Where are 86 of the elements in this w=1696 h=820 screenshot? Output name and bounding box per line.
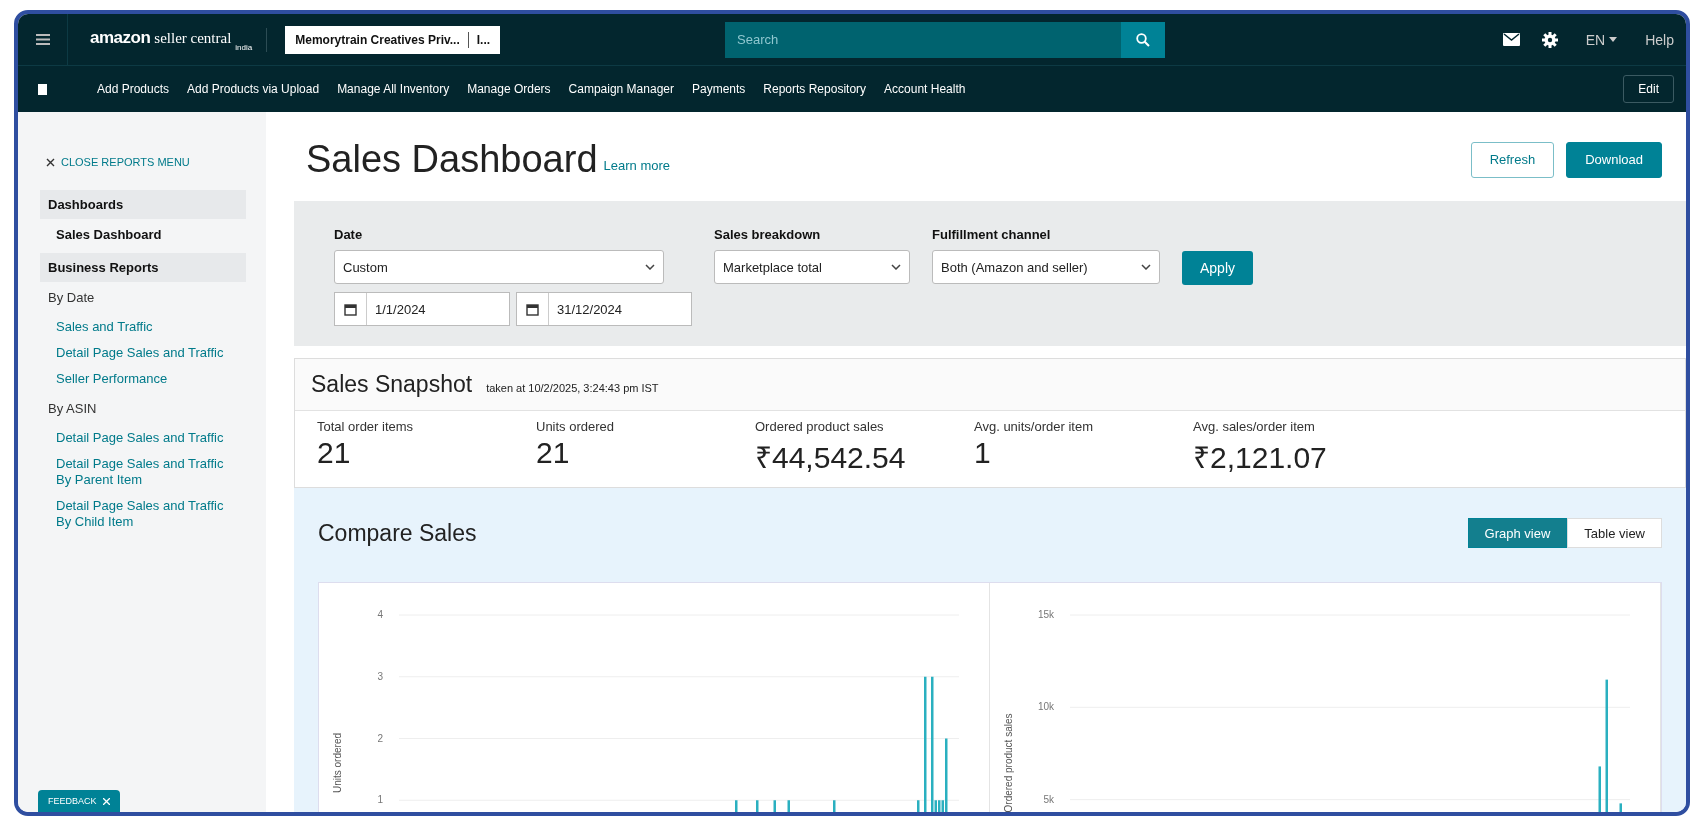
mail-icon[interactable] [1502,33,1520,46]
sidebar-section-title: Dashboards [40,190,246,219]
seller-central-logo[interactable]: amazon seller central india [68,27,268,52]
nav-link[interactable]: Payments [692,82,746,96]
nav-link[interactable]: Account Health [884,82,966,96]
metric-value: ₹2,121.07 [1193,440,1328,476]
view-toggle[interactable]: Table view [1567,518,1662,548]
sidebar-group-title: By ASIN [47,400,98,418]
close-icon [102,797,110,805]
metric-label: Total order items [317,419,415,434]
bookmark-icon[interactable] [38,83,47,95]
settings-icon[interactable] [1541,31,1558,48]
metric-label: Avg. units/order item [974,419,1094,434]
date-select[interactable]: Custom [334,250,664,284]
help-link[interactable]: Help [1645,31,1674,48]
feedback-button[interactable]: FEEDBACK [38,790,120,812]
chevron-down-icon [1141,264,1151,270]
bar [756,800,759,812]
field-label: Sales breakdown [714,227,822,242]
tick-label: 10k [1037,701,1054,713]
calendar-icon [526,302,539,316]
calendar-icon [344,302,357,316]
sidebar-link[interactable]: Detail Page Sales and Traffic [40,341,246,367]
bar [917,800,920,812]
chevron-down-icon [891,264,901,270]
language-selector[interactable]: EN [1579,30,1624,49]
tick-label: 5k [1043,793,1054,805]
snapshot-timestamp: taken at 10/2/2025, 3:24:43 pm IST [486,382,659,394]
metric-value: 21 [536,436,571,470]
tick-label: 4 [377,609,383,620]
close-reports-menu-button[interactable]: CLOSE REPORTS MENU [40,156,190,168]
bar [787,800,790,812]
sidebar-group-title: By Date [47,289,96,307]
sidebar-link[interactable]: Sales Dashboard [40,219,246,253]
fulfillment-channel-select[interactable]: Both (Amazon and seller) [932,250,1160,284]
bar [735,800,738,812]
metric-value: ₹44,542.54 [755,440,907,476]
metric-label: Ordered product sales [755,419,885,434]
apply-button[interactable]: Apply [1182,251,1254,285]
sidebar-link[interactable]: Detail Page Sales and Traffic By Parent Item [40,452,246,494]
bar [1598,766,1601,812]
sidebar-section-title: Business Reports [40,253,246,282]
view-toggle[interactable]: Graph view [1467,518,1568,548]
nav-link[interactable]: Manage All Inventory [337,82,450,96]
metric-label: Avg. sales/order item [1193,419,1316,434]
bar [773,800,776,812]
end-date-field[interactable]: 31/12/2024 [516,292,692,326]
axis-title: Ordered product sales [1003,713,1014,812]
search-button[interactable] [1121,21,1166,58]
download-button[interactable]: Download [1566,141,1662,178]
edit-button[interactable]: Edit [1623,75,1674,103]
learn-more-link[interactable]: Learn more [603,158,670,173]
sidebar-link[interactable]: Detail Page Sales and Traffic By Child Item [40,494,246,536]
metric-value: 1 [974,436,992,470]
section-title: Sales Snapshot [311,371,473,398]
caret-icon [1609,37,1618,42]
refresh-button[interactable]: Refresh [1470,141,1555,178]
sales-breakdown-select[interactable]: Marketplace total [714,250,910,284]
metric-value: 21 [317,436,352,470]
sidebar-link[interactable]: Detail Page Sales and Traffic [40,426,246,452]
nav-link[interactable]: Add Products via Upload [187,82,320,96]
sidebar-link[interactable]: Sales and Traffic [40,315,246,341]
tick-label: 1 [377,794,383,806]
tick-label: 2 [377,732,383,744]
search-field[interactable]: Search [725,21,1122,58]
field-label: Date [334,227,364,242]
search-icon [1136,32,1151,47]
chevron-down-icon [645,264,655,270]
start-date-field[interactable]: 1/1/2024 [334,292,510,326]
page-title: Sales Dashboard [306,138,598,181]
sidebar-link[interactable]: Seller Performance [40,367,246,393]
account-switcher[interactable]: Memorytrain Creatives Priv... I... [285,25,501,54]
bar [1619,803,1622,812]
tick-label: 3 [377,670,383,682]
field-label: Fulfillment channel [932,227,1052,242]
close-icon [46,157,55,167]
section-title: Compare Sales [318,519,477,547]
axis-title: Units ordered [332,733,343,793]
nav-link[interactable]: Add Products [97,82,170,96]
tick-label: 15k [1037,609,1054,620]
bar [833,800,836,812]
menu-icon [35,34,50,45]
nav-link[interactable]: Campaign Manager [568,82,674,96]
nav-link[interactable]: Reports Repository [763,82,867,96]
nav-link[interactable]: Manage Orders [467,82,551,96]
metric-label: Units ordered [536,419,616,434]
